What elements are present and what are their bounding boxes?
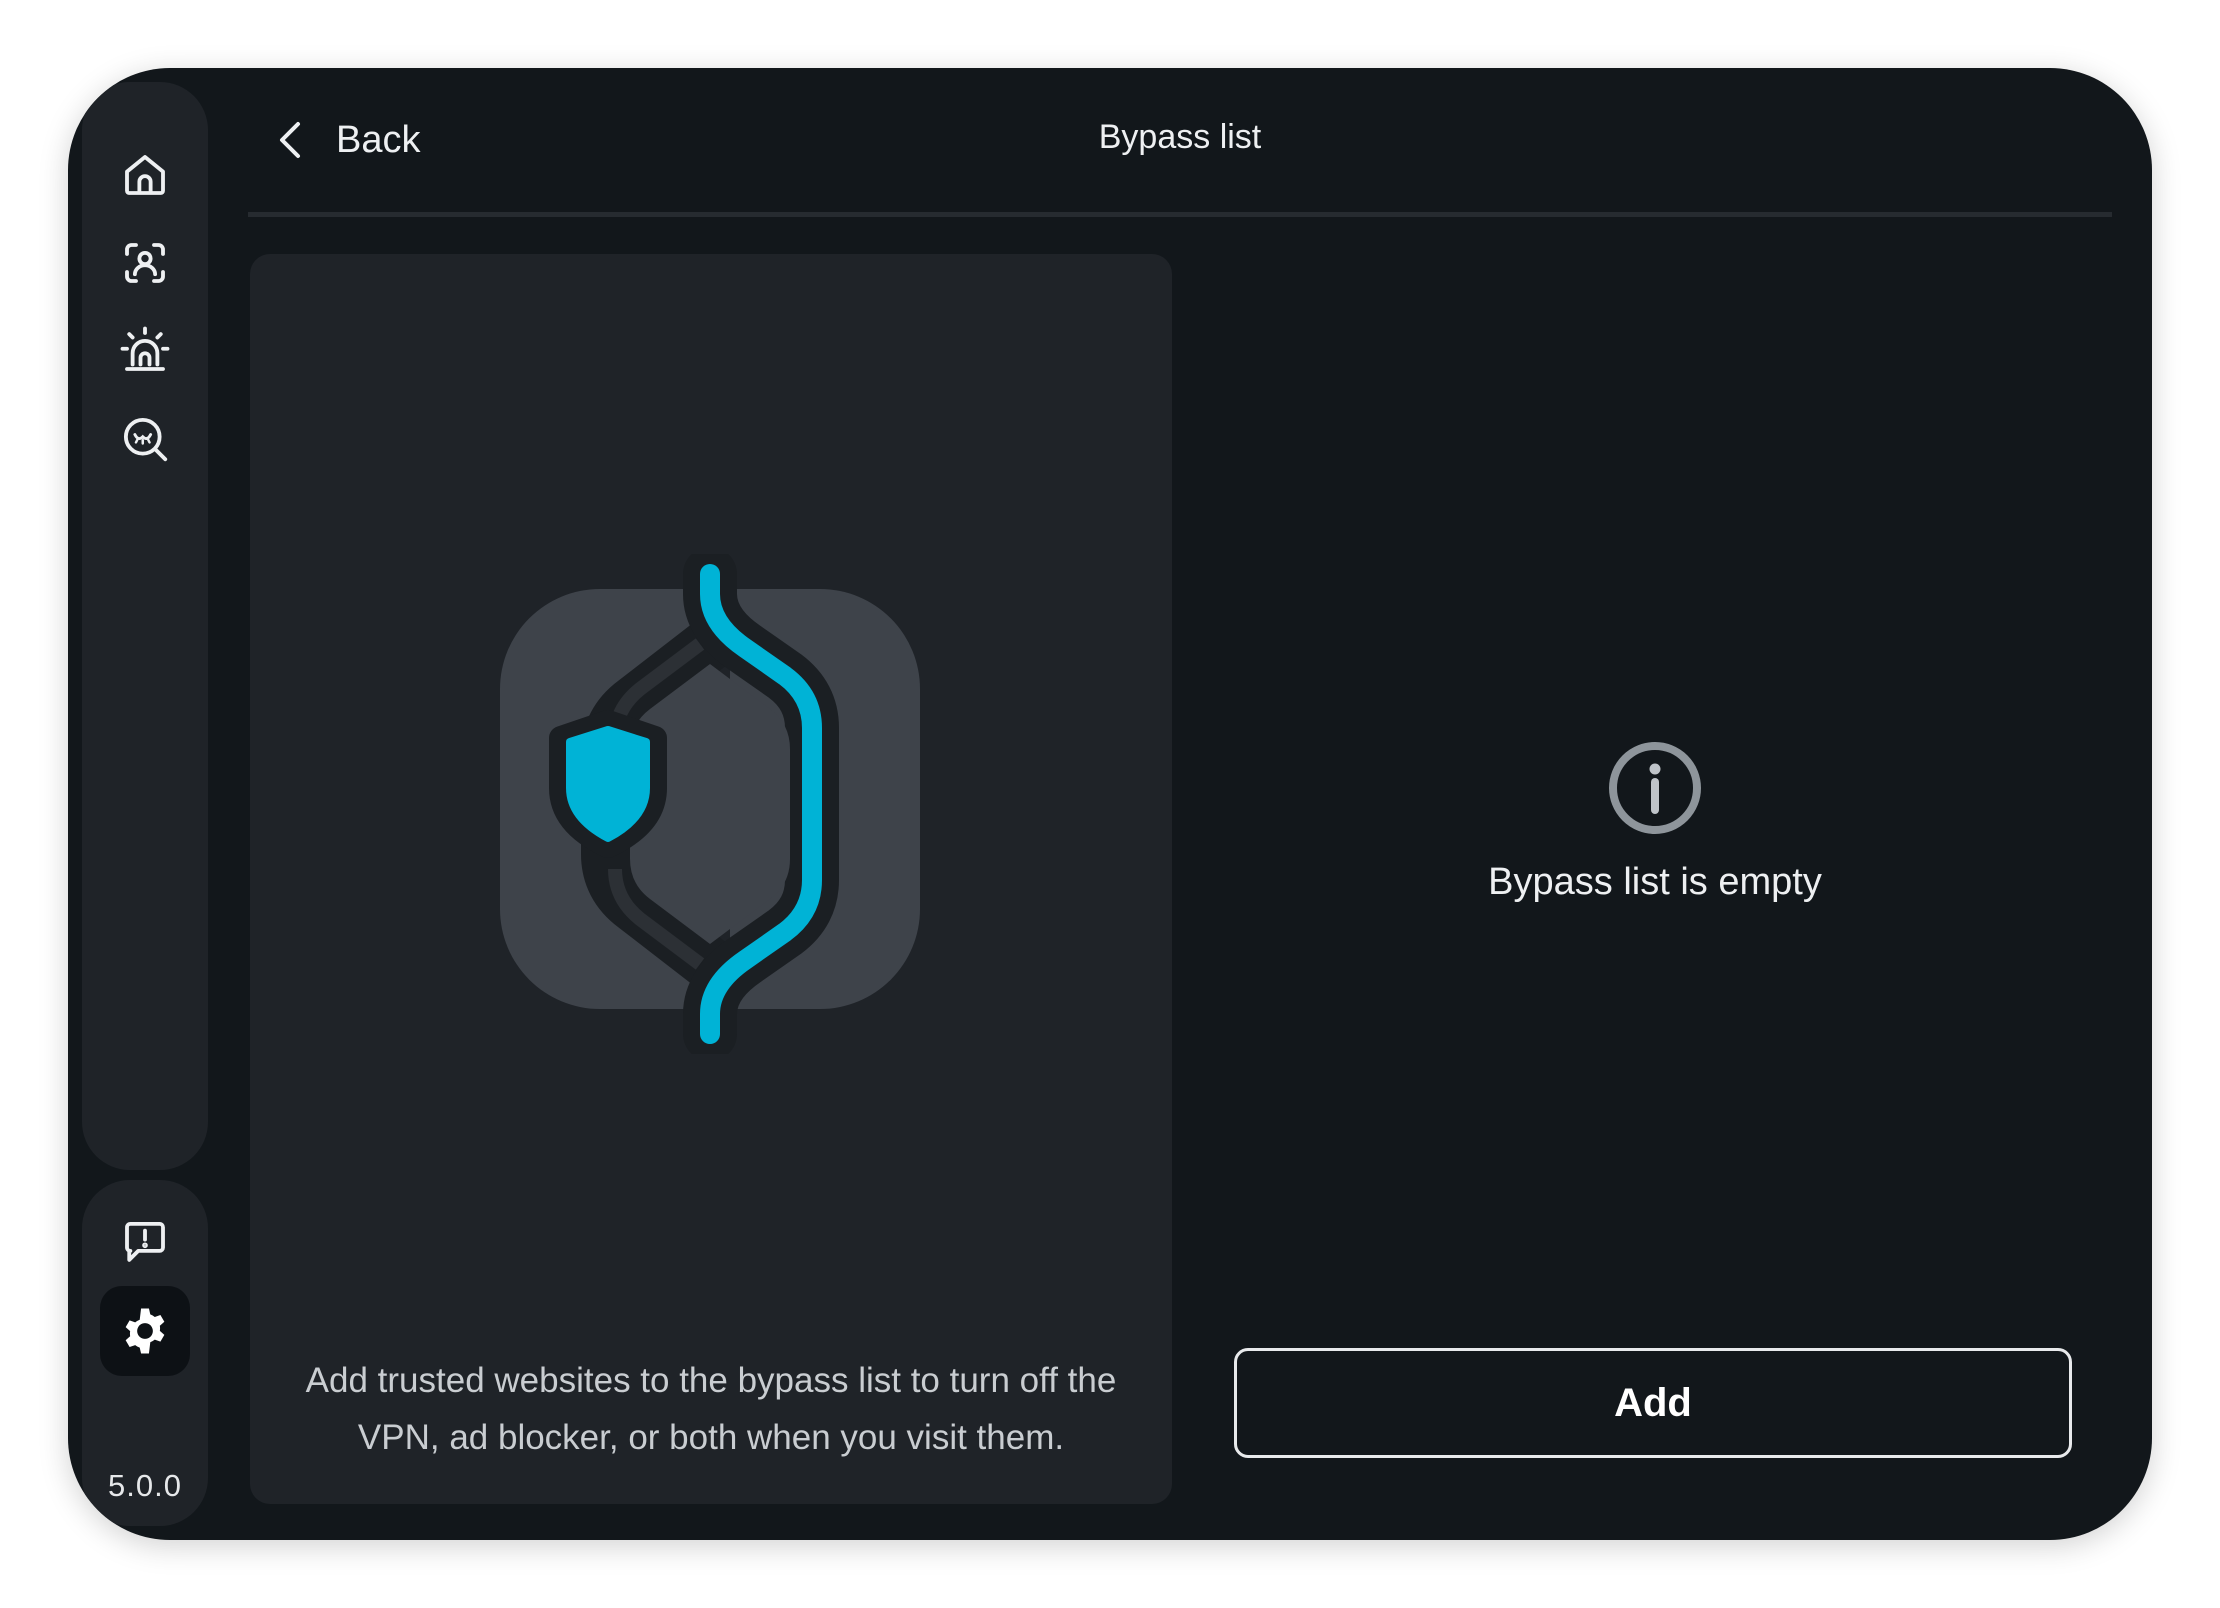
info-icon [1609, 742, 1701, 834]
gear-icon [125, 1308, 165, 1354]
chevron-left-icon [280, 122, 300, 158]
info-card: Add trusted websites to the bypass list … [250, 254, 1172, 1504]
user-scan-icon [125, 243, 165, 283]
app-window: 5.0.0 Back Bypass list Add trusted websi… [68, 68, 2152, 1540]
sidebar-item-account[interactable] [100, 218, 190, 308]
sidebar-bottom: 5.0.0 [82, 1180, 208, 1526]
bypass-illustration [500, 554, 920, 1054]
feedback-icon [125, 1221, 165, 1262]
sidebar-item-search[interactable] [100, 394, 190, 484]
empty-message: Bypass list is empty [1488, 861, 1822, 903]
home-icon [125, 155, 165, 195]
bypass-description: Add trusted websites to the bypass list … [305, 1361, 1117, 1457]
page-title: Bypass list [1098, 118, 1262, 156]
empty-state: Bypass list is empty [1238, 738, 2072, 904]
back-label: Back [336, 118, 421, 161]
sidebar-nav [82, 82, 208, 1170]
sidebar-item-home[interactable] [100, 130, 190, 220]
header: Back Bypass list [248, 68, 2112, 217]
sidebar-item-feedback[interactable] [100, 1198, 190, 1288]
app-version: 5.0.0 [108, 1468, 182, 1503]
sidebar-item-settings[interactable] [100, 1286, 190, 1376]
sidebar-item-alerts[interactable] [100, 306, 190, 396]
search-icon [123, 417, 168, 462]
alarm-icon [120, 326, 170, 371]
back-button[interactable]: Back [268, 108, 420, 172]
add-button[interactable]: Add [1234, 1348, 2072, 1458]
